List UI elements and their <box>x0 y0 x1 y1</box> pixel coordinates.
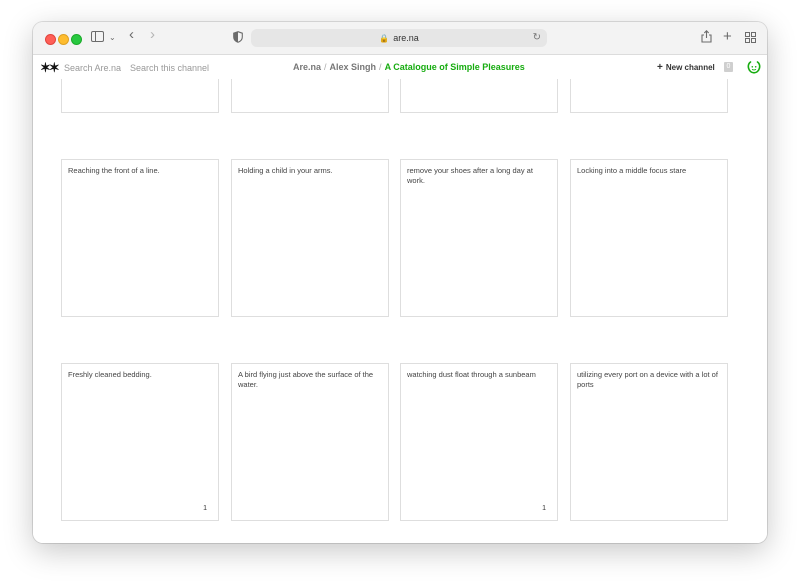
back-arrow-icon[interactable]: ‹ <box>129 27 134 42</box>
sidebar-toggle-icon[interactable] <box>91 31 104 45</box>
block-card[interactable]: watching dust float through a sunbeam 1 <box>400 363 558 521</box>
block-card[interactable] <box>231 79 389 113</box>
breadcrumb-root-link[interactable]: Are.na <box>293 62 321 72</box>
arena-logo[interactable]: ✶✶ <box>40 60 60 76</box>
block-card[interactable] <box>570 79 728 113</box>
minimize-window-button[interactable] <box>58 34 69 45</box>
block-card[interactable]: Holding a child in your arms. <box>231 159 389 317</box>
privacy-shield-icon[interactable] <box>233 31 243 46</box>
breadcrumb: Are.na / Alex Singh / A Catalogue of Simple … <box>293 62 525 72</box>
close-window-button[interactable] <box>45 34 56 45</box>
block-text: utilizing every port on a device with a … <box>577 370 718 389</box>
plus-icon: + <box>657 62 663 73</box>
share-icon[interactable] <box>701 30 712 46</box>
block-text: Freshly cleaned bedding. <box>68 370 152 379</box>
user-avatar-icon[interactable] <box>747 60 761 79</box>
breadcrumb-separator: / <box>379 62 382 72</box>
block-text: watching dust float through a sunbeam <box>407 370 536 379</box>
browser-window: ⌄ ‹ › 🔒 are.na ↻ + ✶✶ Search Are.na Sear… <box>33 22 767 543</box>
block-connection-count: 1 <box>542 505 546 512</box>
app-header: ✶✶ Search Are.na Search this channel Are… <box>33 55 767 79</box>
block-card[interactable]: remove your shoes after a long day at wo… <box>400 159 558 317</box>
channel-grid: Reaching the front of a line. Holding a … <box>33 79 767 543</box>
address-bar[interactable]: 🔒 are.na ↻ <box>251 29 547 47</box>
block-card[interactable]: A bird flying just above the surface of … <box>231 363 389 521</box>
search-channel-input[interactable]: Search this channel <box>130 63 209 73</box>
block-card[interactable]: utilizing every port on a device with a … <box>570 363 728 521</box>
title-bar: ⌄ ‹ › 🔒 are.na ↻ + <box>33 22 767 55</box>
block-text: Locking into a middle focus stare <box>577 166 687 175</box>
forward-arrow-icon[interactable]: › <box>150 27 155 42</box>
block-card[interactable]: Reaching the front of a line. <box>61 159 219 317</box>
block-card[interactable] <box>400 79 558 113</box>
breadcrumb-separator: / <box>324 62 327 72</box>
zoom-window-button[interactable] <box>71 34 82 45</box>
block-card[interactable]: Freshly cleaned bedding. 1 <box>61 363 219 521</box>
block-text: A bird flying just above the surface of … <box>238 370 374 389</box>
block-card[interactable] <box>61 79 219 113</box>
block-text: remove your shoes after a long day at wo… <box>407 166 533 185</box>
block-connection-count: 1 <box>203 505 207 512</box>
breadcrumb-user-link[interactable]: Alex Singh <box>330 62 377 72</box>
sidebar-chevron-down-icon[interactable]: ⌄ <box>109 31 116 45</box>
new-channel-button[interactable]: + New channel <box>657 62 715 73</box>
new-tab-plus-icon[interactable]: + <box>723 29 732 44</box>
new-channel-label: New channel <box>665 63 715 72</box>
breadcrumb-channel-link[interactable]: A Catalogue of Simple Pleasures <box>385 62 525 72</box>
search-arena-input[interactable]: Search Are.na <box>64 63 121 73</box>
notification-badge[interactable]: 0 <box>724 62 733 72</box>
tab-overview-icon[interactable] <box>745 32 756 46</box>
block-text: Reaching the front of a line. <box>68 166 160 175</box>
lock-icon: 🔒 <box>379 33 390 43</box>
block-card[interactable]: Locking into a middle focus stare <box>570 159 728 317</box>
url-text: are.na <box>393 33 419 43</box>
reload-icon[interactable]: ↻ <box>533 32 541 43</box>
block-text: Holding a child in your arms. <box>238 166 333 175</box>
